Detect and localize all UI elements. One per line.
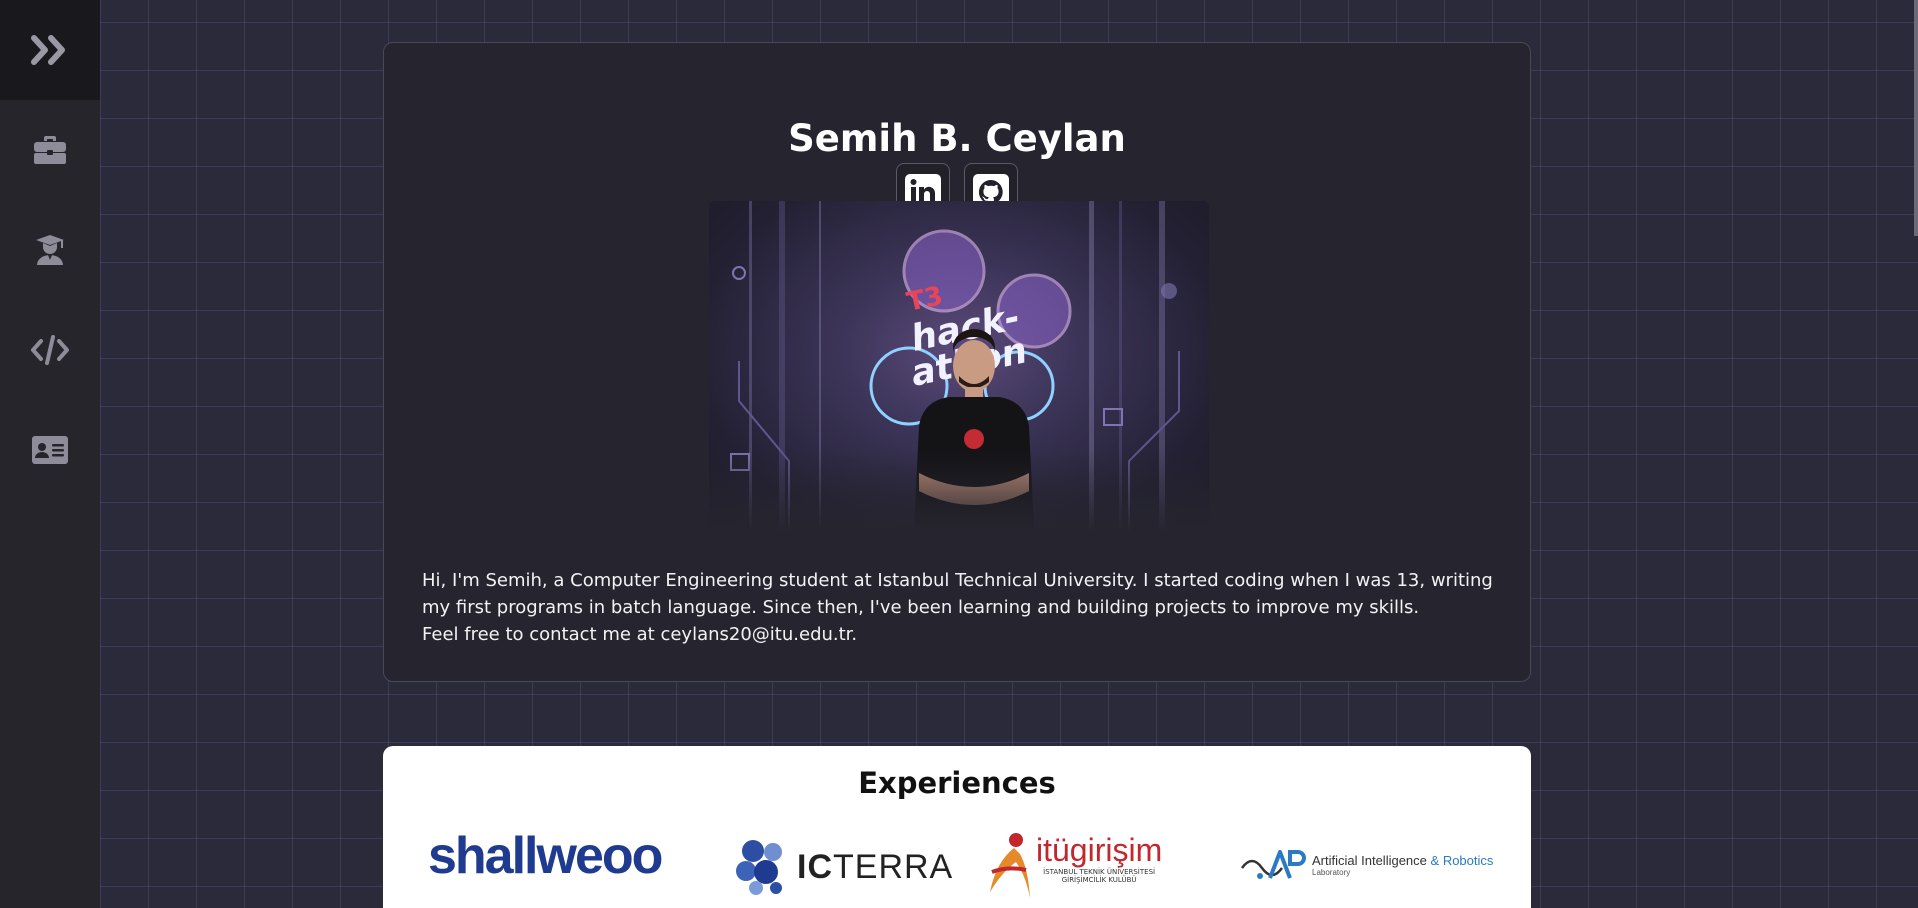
double-chevron-right-icon: [31, 35, 65, 65]
sidebar-toggle-button[interactable]: [0, 0, 100, 100]
graduate-icon: [36, 235, 64, 265]
icterra-logo[interactable]: ICTERRA: [733, 838, 953, 896]
sidebar: [0, 0, 100, 908]
shallweoo-logo-text: shallweoo: [428, 827, 663, 885]
itugirisim-logo[interactable]: itügirişim İSTANBUL TEKNİK ÜNİVERSİTESİ …: [986, 832, 1162, 902]
scrollbar-thumb[interactable]: [1914, 0, 1918, 236]
briefcase-icon: [34, 136, 66, 164]
code-icon: [31, 335, 69, 365]
profile-photo: T3 hack- athon: [709, 201, 1209, 531]
bio: Hi, I'm Semih, a Computer Engineering st…: [422, 567, 1494, 648]
sidebar-item-contact[interactable]: [0, 400, 100, 500]
sidebar-item-education[interactable]: [0, 200, 100, 300]
profile-name: Semih B. Ceylan: [788, 117, 1126, 160]
bio-paragraph: Hi, I'm Semih, a Computer Engineering st…: [422, 570, 1493, 618]
id-card-icon: [32, 436, 68, 464]
bio-contact: Feel free to contact me at ceylans20@itu…: [422, 624, 858, 645]
itugirisim-figure-icon: [990, 833, 1030, 898]
profile-photo-illustration: T3 hack- athon: [709, 201, 1209, 531]
profile-card: Semih B. Ceylan Hi, I'm Semih, a Compute…: [383, 42, 1531, 682]
sidebar-item-projects[interactable]: [0, 300, 100, 400]
shallweoo-logo[interactable]: shallweoo: [428, 826, 663, 886]
experiences-section: Experiences shallweoo ICTERRA itügirişim…: [383, 746, 1531, 908]
icterra-logo-text: ICTERRA: [797, 847, 954, 886]
experiences-title: Experiences: [858, 766, 1056, 800]
ai-robotics-lab-logo[interactable]: Artificial Intelligence & Robotics Labor…: [1240, 846, 1493, 884]
air-lab-logo-text: Artificial Intelligence & Robotics Labor…: [1312, 852, 1494, 877]
icterra-mark-icon: [736, 840, 782, 895]
itugirisim-logo-text: itügirişim İSTANBUL TEKNİK ÜNİVERSİTESİ …: [1036, 832, 1163, 884]
sidebar-item-experience[interactable]: [0, 100, 100, 200]
air-lab-mark-icon: [1240, 850, 1306, 879]
